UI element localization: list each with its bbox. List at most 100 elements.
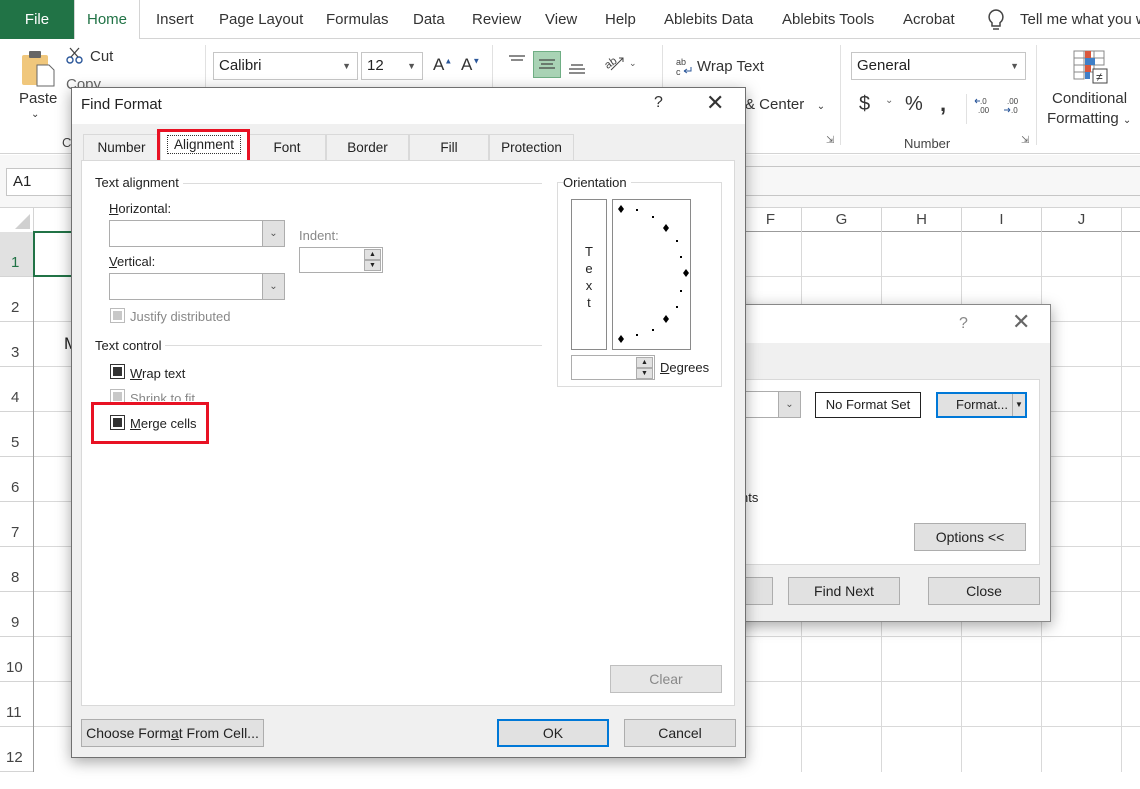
increase-font-icon[interactable]: A▲ bbox=[433, 55, 452, 75]
row-header-2[interactable]: 2 bbox=[0, 277, 33, 322]
comma-button[interactable]: , bbox=[940, 91, 946, 117]
dropdown-arrow-icon[interactable]: ▼ bbox=[1012, 394, 1025, 416]
currency-button[interactable]: $ bbox=[859, 93, 870, 116]
help-button[interactable]: ? bbox=[959, 315, 968, 333]
align-middle-button[interactable] bbox=[533, 51, 561, 78]
active-cell-a1[interactable] bbox=[33, 231, 75, 277]
indent-spinner[interactable]: ▲ ▼ bbox=[299, 247, 383, 273]
row-header-10[interactable]: 10 bbox=[0, 637, 33, 682]
row-header-5[interactable]: 5 bbox=[0, 412, 33, 457]
tab-home[interactable]: Home bbox=[74, 0, 141, 40]
spin-down-icon[interactable]: ▼ bbox=[364, 260, 381, 271]
font-size-combo[interactable]: 12 ▼ bbox=[361, 52, 423, 80]
align-top-icon[interactable] bbox=[508, 54, 526, 71]
row-header-1[interactable]: 1 bbox=[0, 232, 33, 277]
chevron-down-icon: ▼ bbox=[1010, 61, 1019, 71]
svg-text:.0: .0 bbox=[980, 97, 987, 106]
vertical-text-button[interactable]: T e x t bbox=[571, 199, 607, 350]
row-header-6[interactable]: 6 bbox=[0, 457, 33, 502]
tab-help[interactable]: Help bbox=[593, 0, 648, 39]
currency-dropdown-icon[interactable]: ⌄ bbox=[885, 95, 893, 106]
tab-page-layout[interactable]: Page Layout bbox=[207, 0, 315, 39]
spin-up-icon[interactable]: ▲ bbox=[364, 249, 381, 260]
tab-insert[interactable]: Insert bbox=[144, 0, 206, 39]
wrap-text-button[interactable]: Wrap Text bbox=[697, 58, 764, 75]
choose-format-from-cell-button[interactable]: Choose Format From Cell... bbox=[81, 719, 264, 747]
close-button[interactable]: Close bbox=[928, 577, 1040, 605]
tab-font[interactable]: Font bbox=[248, 134, 326, 160]
wrap-text-checkbox[interactable] bbox=[110, 364, 125, 379]
row-header-4[interactable]: 4 bbox=[0, 367, 33, 412]
orientation-icon[interactable]: ab ⌄ bbox=[602, 52, 637, 77]
tab-ablebits-data[interactable]: Ablebits Data bbox=[652, 0, 765, 39]
spin-down-icon[interactable]: ▼ bbox=[636, 368, 653, 379]
clear-button[interactable]: Clear bbox=[610, 665, 722, 693]
decrease-font-icon[interactable]: A▼ bbox=[461, 55, 480, 75]
tab-file[interactable]: File bbox=[0, 0, 74, 39]
paste-button[interactable]: Paste bbox=[19, 90, 57, 107]
column-header-g[interactable]: G bbox=[802, 208, 882, 232]
options-button[interactable]: Options << bbox=[914, 523, 1026, 551]
number-format-combo[interactable]: General ▼ bbox=[851, 52, 1026, 80]
vertical-select[interactable]: ⌄ bbox=[109, 273, 285, 300]
font-name-value: Calibri bbox=[219, 57, 262, 74]
row-header-12[interactable]: 12 bbox=[0, 727, 33, 772]
ok-button[interactable]: OK bbox=[497, 719, 609, 747]
scissors-icon bbox=[66, 46, 84, 67]
column-header[interactable] bbox=[34, 208, 76, 232]
vertical-text-char: x bbox=[585, 278, 593, 293]
format-button[interactable]: Format... ▼ bbox=[936, 392, 1027, 418]
column-header-j[interactable]: J bbox=[1042, 208, 1122, 232]
close-icon[interactable]: ✕ bbox=[1012, 309, 1030, 335]
dial-marker-0 bbox=[683, 269, 689, 277]
merge-center-button[interactable]: & Center ⌄ bbox=[745, 96, 835, 113]
align-bottom-icon[interactable] bbox=[568, 61, 586, 78]
column-header-i[interactable]: I bbox=[962, 208, 1042, 232]
conditional-formatting-label[interactable]: Formatting ⌄ bbox=[1047, 110, 1131, 127]
cut-button[interactable]: Cut bbox=[90, 48, 113, 65]
dialog-launcher-icon[interactable]: ⇲ bbox=[826, 135, 834, 146]
spin-up-icon[interactable]: ▲ bbox=[636, 357, 653, 368]
column-header-h[interactable]: H bbox=[882, 208, 962, 232]
tab-ablebits-tools[interactable]: Ablebits Tools bbox=[770, 0, 886, 39]
tab-protection[interactable]: Protection bbox=[489, 134, 574, 160]
row-header-7[interactable]: 7 bbox=[0, 502, 33, 547]
increase-decimal-icon[interactable]: .0.00 bbox=[974, 96, 994, 119]
select-all-corner[interactable] bbox=[0, 208, 34, 232]
chevron-down-icon: ▼ bbox=[342, 61, 351, 71]
tell-me-search[interactable]: Tell me what you want to do bbox=[1008, 0, 1140, 39]
font-name-combo[interactable]: Calibri ▼ bbox=[213, 52, 358, 80]
tab-fill[interactable]: Fill bbox=[409, 134, 489, 160]
vertical-text-char: e bbox=[585, 261, 593, 276]
tab-data[interactable]: Data bbox=[401, 0, 457, 39]
cancel-button[interactable]: Cancel bbox=[624, 719, 736, 747]
orientation-dial[interactable] bbox=[612, 199, 691, 350]
percent-button[interactable]: % bbox=[905, 93, 923, 116]
paste-dropdown-icon[interactable]: ⌄ bbox=[31, 109, 39, 120]
dialog-launcher-icon[interactable]: ⇲ bbox=[1021, 135, 1029, 146]
tab-acrobat[interactable]: Acrobat bbox=[891, 0, 967, 39]
find-next-button[interactable]: Find Next bbox=[788, 577, 900, 605]
tab-border[interactable]: Border bbox=[326, 134, 409, 160]
decrease-decimal-icon[interactable]: .00.0 bbox=[1003, 96, 1023, 119]
row-header-8[interactable]: 8 bbox=[0, 547, 33, 592]
degrees-label: Degrees bbox=[660, 360, 710, 375]
tab-formulas[interactable]: Formulas bbox=[314, 0, 401, 39]
name-box[interactable]: A1 bbox=[6, 168, 76, 196]
shrink-to-fit-label: Shrink to fit bbox=[130, 391, 196, 401]
tab-view[interactable]: View bbox=[533, 0, 589, 39]
tab-number[interactable]: Number bbox=[83, 134, 160, 160]
row-header-11[interactable]: 11 bbox=[0, 682, 33, 727]
paste-icon[interactable] bbox=[20, 49, 56, 90]
column-header-f[interactable]: F bbox=[740, 208, 802, 232]
degrees-spinner[interactable]: ▲ ▼ bbox=[571, 355, 655, 380]
row-header-3[interactable]: 3 bbox=[0, 322, 33, 367]
row-header-9[interactable]: 9 bbox=[0, 592, 33, 637]
tab-review[interactable]: Review bbox=[460, 0, 533, 39]
horizontal-select[interactable]: ⌄ bbox=[109, 220, 285, 247]
help-button[interactable]: ? bbox=[654, 94, 663, 112]
svg-text:ab: ab bbox=[676, 57, 686, 67]
justify-distributed-checkbox[interactable] bbox=[110, 308, 125, 323]
conditional-formatting-button[interactable]: Conditional bbox=[1052, 90, 1127, 107]
close-icon[interactable]: ✕ bbox=[706, 90, 724, 116]
